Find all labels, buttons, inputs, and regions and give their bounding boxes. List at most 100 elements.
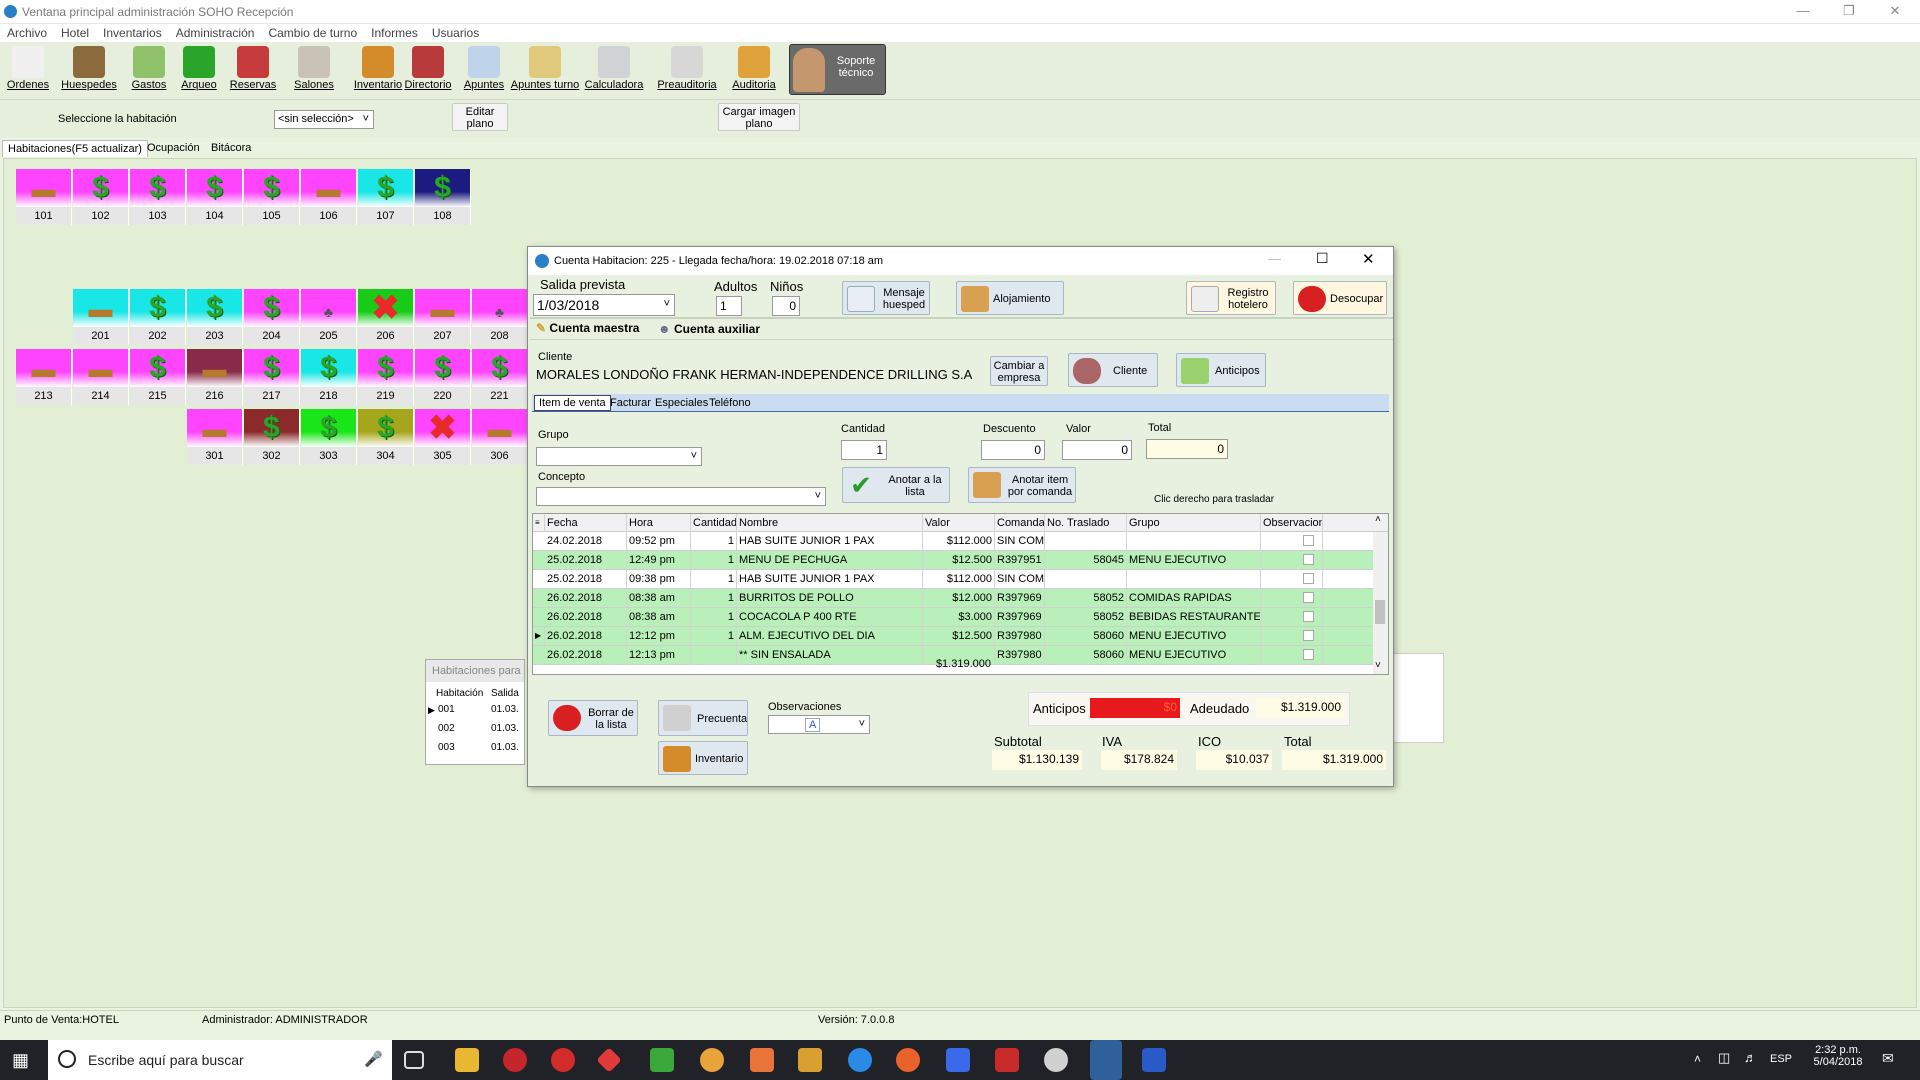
table-row[interactable]: 25.02.2018 09:38 pm 1 HAB SUITE JUNIOR 1 PA… (533, 570, 1373, 589)
word-icon[interactable] (1142, 1048, 1166, 1072)
clock[interactable]: 2:32 p.m. 5/04/2018 (1810, 1044, 1866, 1068)
lodging-button[interactable]: Alojamiento (956, 281, 1064, 315)
edit-plan-button[interactable]: Editar plano (452, 103, 508, 131)
toolbar-button-salones[interactable]: Salones (286, 44, 342, 96)
vacate-button[interactable]: Desocupar (1293, 281, 1387, 315)
toolbar-button-directorio[interactable]: Directorio (400, 44, 456, 96)
toolbar-button-gastos[interactable]: Gastos (126, 44, 172, 96)
app-diamond-icon[interactable] (596, 1047, 622, 1073)
menu-informes[interactable]: Informes (364, 24, 425, 40)
table-cell[interactable]: 25.02.2018 (545, 551, 627, 569)
room-tile[interactable]: ▬ 214 (73, 349, 129, 405)
room-tile[interactable]: ▬ 106 (301, 169, 357, 225)
table-cell[interactable] (1045, 570, 1127, 588)
menu-usuarios[interactable]: Usuarios (425, 24, 486, 40)
scroll-down-icon[interactable]: ˅ (1375, 660, 1381, 671)
col-valor[interactable]: Valor (923, 514, 995, 532)
tab-master-account[interactable]: ✎ Cuenta maestra (536, 321, 639, 335)
table-cell[interactable]: 24.02.2018 (545, 532, 627, 550)
toolbar-button-huespedes[interactable]: Huespedes (56, 44, 122, 96)
tray-chevron-icon[interactable]: ˄ (1694, 1052, 1701, 1066)
col-observacion[interactable]: Observacion (1261, 514, 1323, 532)
room-tile[interactable]: $103 (130, 169, 186, 225)
table-cell[interactable]: 09:38 pm (627, 570, 691, 588)
valor-input[interactable] (1062, 440, 1132, 460)
col-nombre[interactable]: Nombre (737, 514, 923, 532)
table-cell[interactable]: R397951 (995, 551, 1045, 569)
room-tile[interactable]: $302 (244, 409, 300, 465)
table-cell[interactable]: 1 (691, 570, 737, 588)
scroll-thumb[interactable] (1375, 600, 1385, 624)
table-cell[interactable]: 1 (691, 551, 737, 569)
subtab-facturar[interactable]: Facturar (608, 396, 653, 410)
room-tile[interactable]: ▬ 207 (415, 289, 471, 345)
room-tile[interactable]: $219 (358, 349, 414, 405)
dialog-maximize-button[interactable]: ☐ (1316, 250, 1329, 267)
room-tile[interactable]: $108 (415, 169, 471, 225)
toolbar-button-arqueo[interactable]: Arqueo (176, 44, 222, 96)
room-tile[interactable]: ✖ 305 (415, 409, 471, 465)
table-cell[interactable]: $112.000 (923, 532, 995, 550)
tab-habitaciones[interactable]: Habitaciones(F5 actualizar) (2, 140, 148, 157)
table-cell[interactable]: MENU EJECUTIVO (1127, 551, 1261, 569)
room-tile[interactable]: ▬ 216 (187, 349, 243, 405)
table-cell[interactable]: 58060 (1045, 646, 1127, 664)
col-fecha[interactable]: Fecha (545, 514, 627, 532)
pre-bill-button[interactable]: Precuenta (658, 700, 748, 736)
tab-ocupacion[interactable]: Ocupación (142, 140, 205, 156)
subtab-telefono[interactable]: Teléfono (707, 396, 753, 410)
microphone-icon[interactable]: 🎤 (364, 1050, 383, 1068)
guest-message-button[interactable]: Mensaje huesped (842, 281, 930, 315)
table-cell[interactable]: 25.02.2018 (545, 570, 627, 588)
change-to-company-button[interactable]: Cambiar a empresa (990, 356, 1048, 386)
room-tile[interactable]: $221 (472, 349, 528, 405)
load-plan-image-button[interactable]: Cargar imagen plano (718, 103, 800, 131)
table-cell[interactable]: 58052 (1045, 589, 1127, 607)
col-comanda[interactable]: Comanda (995, 514, 1045, 532)
taskbar-search-box[interactable]: Escribe aquí para buscar 🎤 (48, 1040, 392, 1080)
table-cell[interactable]: 1 (691, 589, 737, 607)
delete-from-list-button[interactable]: Borrar de la lista (548, 700, 638, 736)
room-tile[interactable]: $102 (73, 169, 129, 225)
language-indicator[interactable]: ESP (1770, 1053, 1792, 1065)
rooms-list-cell[interactable]: 01.03. (491, 723, 519, 734)
ninos-input[interactable] (772, 296, 800, 316)
table-cell[interactable]: $112.000 (923, 570, 995, 588)
room-tile[interactable]: $202 (130, 289, 186, 345)
virtualbox-icon[interactable] (946, 1048, 970, 1072)
descuento-input[interactable] (981, 440, 1045, 460)
table-cell[interactable]: R397980 (995, 627, 1045, 645)
observaciones-dropdown[interactable]: A ˅ (768, 715, 870, 734)
table-cell[interactable]: 09:52 pm (627, 532, 691, 550)
room-tile[interactable]: $204 (244, 289, 300, 345)
app-green-icon[interactable] (650, 1048, 674, 1072)
app-red-icon[interactable] (503, 1048, 527, 1072)
grid-scrollbar[interactable]: ˄ ˅ (1373, 514, 1388, 674)
table-cell[interactable]: 08:38 am (627, 589, 691, 607)
close-button[interactable]: ✕ (1872, 0, 1918, 24)
menu-administracion[interactable]: Administración (169, 24, 262, 40)
subtab-item-venta[interactable]: Item de venta (534, 395, 611, 411)
table-cell[interactable]: HAB SUITE JUNIOR 1 PAX (737, 570, 923, 588)
toolbar-button-reservas[interactable]: Reservas (226, 44, 280, 96)
table-cell[interactable]: 1 (691, 608, 737, 626)
note-icon[interactable] (1303, 592, 1314, 603)
note-icon[interactable] (1303, 554, 1314, 565)
room-tile[interactable]: ▬ 213 (16, 349, 72, 405)
room-tile[interactable]: $217 (244, 349, 300, 405)
table-cell[interactable] (1127, 532, 1261, 550)
note-icon[interactable] (1303, 611, 1314, 622)
grid-menu-icon[interactable]: ≡ (533, 514, 545, 532)
room-tile[interactable]: ✖ 206 (358, 289, 414, 345)
table-row[interactable]: ▶ 26.02.2018 12:12 pm 1 ALM. EJECUTIVO DEL D… (533, 627, 1373, 646)
room-tile[interactable]: ▬ 301 (187, 409, 243, 465)
windows-start-icon[interactable]: ▦ (12, 1050, 29, 1071)
toolbar-button-apuntes-turno[interactable]: Apuntes turno (510, 44, 580, 96)
salida-date-picker[interactable]: 1/03/2018 ˅ (533, 294, 675, 316)
tab-auxiliary-account[interactable]: ☻ Cuenta auxiliar (658, 322, 760, 336)
inventory-button[interactable]: Inventario (658, 741, 748, 775)
room-tile[interactable]: $105 (244, 169, 300, 225)
rooms-list-cell[interactable]: 001 (438, 704, 455, 715)
toolbar-button-inventario[interactable]: Inventario (352, 44, 404, 96)
note-icon[interactable] (1303, 630, 1314, 641)
